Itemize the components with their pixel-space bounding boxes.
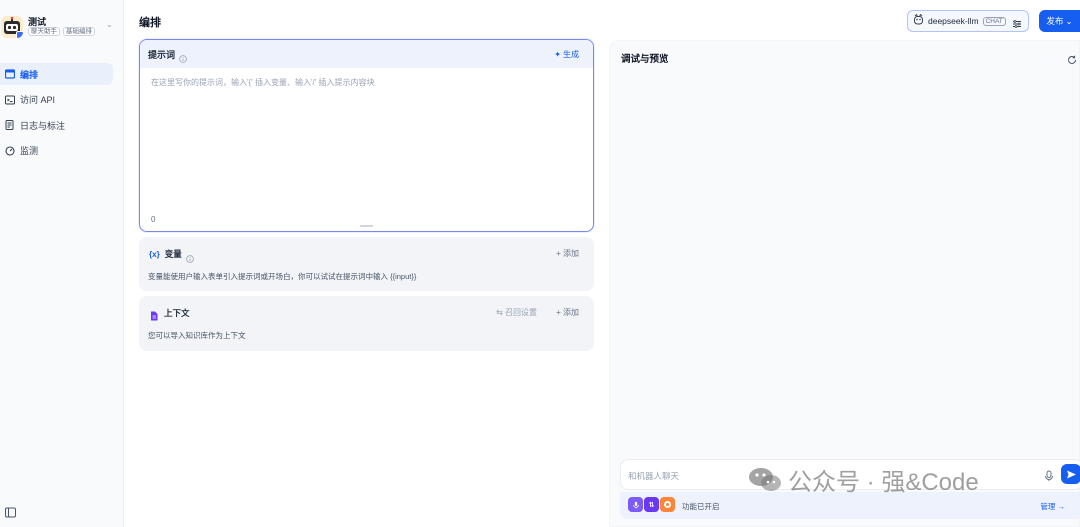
watermark-text: 公众号 · 强&Code <box>788 469 979 496</box>
layout-icon <box>5 69 15 79</box>
publish-label: 发布 <box>1046 16 1064 26</box>
microphone-feature-icon <box>628 497 643 512</box>
wechat-logo-icon <box>749 467 781 491</box>
prompt-editor-card: 提示词 ✦ 生成 在这里写你的提示词，输入'{' 插入变量、输入'/' 插入提示… <box>139 39 594 232</box>
model-selector-button[interactable]: deepseek-llm CHAT <box>907 10 1029 32</box>
prompt-input[interactable]: 在这里写你的提示词，输入'{' 插入变量、输入'/' 插入提示内容块 <box>151 77 374 88</box>
generate-label: 生成 <box>563 50 579 59</box>
sidebar-item-api[interactable]: 访问 API <box>0 89 113 111</box>
swap-icon: ⇆ <box>496 308 503 317</box>
file-icon <box>149 308 159 321</box>
publish-button[interactable]: 发布 ⌄ <box>1039 10 1080 32</box>
manage-label: 管理 <box>1040 502 1056 511</box>
arrow-right-icon: → <box>1057 502 1066 511</box>
context-description: 您可以导入知识库作为上下文 <box>148 331 246 340</box>
app-header[interactable]: 测试 聊天助手 基础编排 ⌄ <box>0 6 124 46</box>
chevron-down-icon: ⌄ <box>1065 15 1073 26</box>
sparkle-icon: ✦ <box>554 50 561 59</box>
model-mode-badge: CHAT <box>982 16 1006 26</box>
info-icon[interactable] <box>179 50 187 63</box>
prompt-char-count: 0 <box>151 215 156 224</box>
app-type-badge <box>16 31 23 38</box>
recall-settings-button[interactable]: ⇆ 召回设置 <box>496 307 537 318</box>
page-title: 编排 <box>139 17 161 29</box>
variables-title: 变量 <box>164 249 182 259</box>
model-provider-icon <box>913 12 924 30</box>
document-icon <box>5 120 15 130</box>
sidebar-item-label: 访问 API <box>20 95 56 105</box>
debug-preview-panel: 调试与预览 和机器人聊天 ⇅ 功能已开启 管理 → <box>609 40 1080 527</box>
plus-icon: + <box>556 249 561 258</box>
prompt-header: 提示词 ✦ 生成 <box>140 40 593 68</box>
app-avatar <box>1 16 23 38</box>
add-variable-button[interactable]: + 添加 <box>556 248 579 259</box>
sidebar-item-label: 监测 <box>20 146 39 156</box>
model-name: deepseek-llm <box>928 16 979 26</box>
citation-feature-icon <box>660 497 675 512</box>
context-card: 上下文 ⇆ 召回设置 + 添加 您可以导入知识库作为上下文 <box>139 296 594 351</box>
plus-icon: + <box>556 308 561 317</box>
monitor-icon <box>5 145 15 156</box>
chat-placeholder: 和机器人聊天 <box>628 471 680 481</box>
preview-title: 调试与预览 <box>621 54 669 65</box>
sidebar-item-orchestrate[interactable]: 编排 <box>0 63 113 85</box>
app-tag-type: 基础编排 <box>63 27 95 36</box>
context-title: 上下文 <box>164 308 190 318</box>
app-tag-mode: 聊天助手 <box>28 27 60 36</box>
suggestion-feature-icon: ⇅ <box>644 497 659 512</box>
sidebar-item-label: 编排 <box>20 69 39 80</box>
sidebar-item-logs[interactable]: 日志与标注 <box>0 114 113 136</box>
app-window: 测试 聊天助手 基础编排 ⌄ 编排 访问 API 日志与标注 监测 编排 dee… <box>0 0 1080 527</box>
sidebar: 测试 聊天助手 基础编排 ⌄ 编排 访问 API 日志与标注 监测 <box>0 0 124 527</box>
variables-description: 变量能使用户输入表单引入提示词或开场白，你可以试试在提示词中输入 {{input… <box>148 272 417 281</box>
resize-handle[interactable] <box>360 225 373 227</box>
sidebar-item-label: 日志与标注 <box>20 120 66 131</box>
sidebar-item-monitor[interactable]: 监测 <box>0 140 113 162</box>
add-label: 添加 <box>563 308 579 317</box>
send-icon <box>1066 470 1076 478</box>
terminal-icon <box>5 95 15 105</box>
sidebar-nav: 编排 访问 API 日志与标注 监测 <box>0 63 124 165</box>
watermark: 公众号 · 强&Code <box>748 462 979 497</box>
add-label: 添加 <box>563 249 579 258</box>
variables-card: {x} 变量 + 添加 变量能使用户输入表单引入提示词或开场白，你可以试试在提示… <box>139 237 594 291</box>
variable-icon: {x} <box>149 249 160 259</box>
features-enabled-text: 功能已开启 <box>682 502 720 511</box>
info-icon[interactable] <box>185 250 194 263</box>
add-context-button[interactable]: + 添加 <box>556 307 579 318</box>
send-button[interactable] <box>1061 464 1080 484</box>
sidebar-collapse-icon[interactable] <box>5 505 16 518</box>
refresh-icon[interactable] <box>1067 52 1077 64</box>
chevron-down-icon[interactable]: ⌄ <box>106 20 113 29</box>
prompt-title: 提示词 <box>148 49 176 60</box>
recall-label: 召回设置 <box>505 308 537 317</box>
manage-features-button[interactable]: 管理 → <box>1040 501 1065 512</box>
sliders-icon <box>1012 16 1022 28</box>
generate-button[interactable]: ✦ 生成 <box>554 49 579 60</box>
microphone-icon[interactable] <box>1043 469 1055 481</box>
